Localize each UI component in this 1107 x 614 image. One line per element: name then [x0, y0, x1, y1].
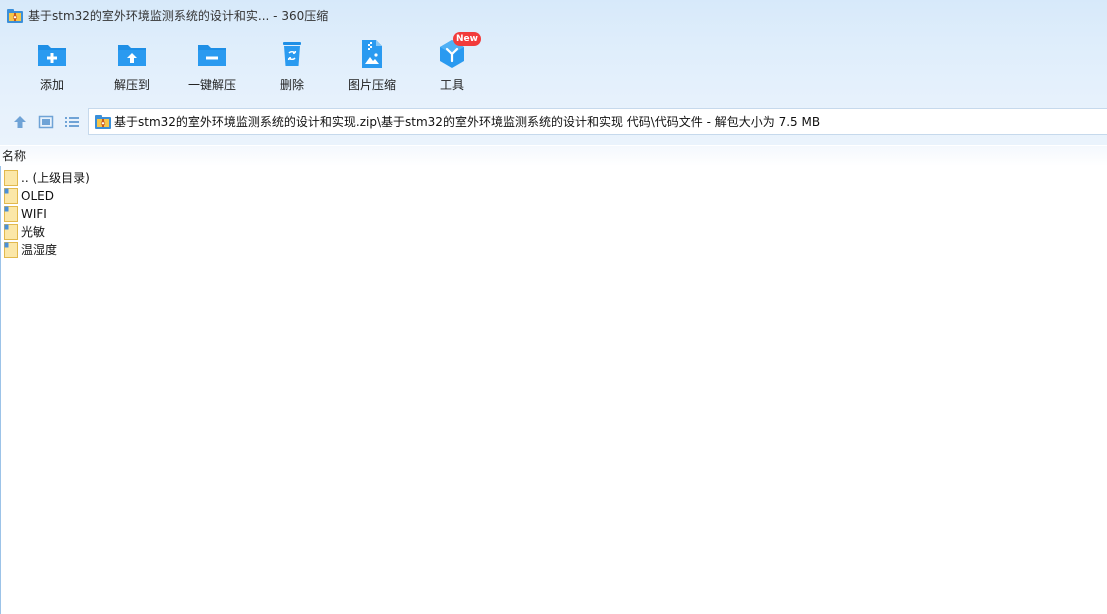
- extract-to-button[interactable]: 解压到: [92, 36, 172, 98]
- folder-icon: [4, 206, 18, 222]
- window-title: 基于stm32的室外环境监测系统的设计和实... - 360压缩: [28, 9, 329, 23]
- list-item-name: OLED: [21, 189, 54, 203]
- extract-to-button-label: 解压到: [113, 78, 150, 92]
- image-compress-button-label: 图片压缩: [347, 78, 396, 92]
- folder-add-icon: [38, 45, 66, 66]
- app-window: 基于stm32的室外环境监测系统的设计和实... - 360压缩 添加 解压到: [0, 0, 1107, 614]
- tools-button[interactable]: 工具: [412, 36, 492, 98]
- list-header: 名称: [0, 146, 1107, 166]
- list-item[interactable]: 光敏: [0, 223, 400, 241]
- delete-button-label: 删除: [279, 78, 304, 92]
- column-header-name[interactable]: 名称: [2, 148, 26, 164]
- list-item-parent-directory[interactable]: .. (上级目录): [0, 169, 400, 187]
- folder-icon: [4, 224, 18, 240]
- new-badge: New: [453, 32, 481, 46]
- trash-icon: [283, 42, 301, 66]
- navigation-bar: 基于stm32的室外环境监测系统的设计和实现.zip\基于stm32的室外环境监…: [0, 108, 1107, 136]
- list-item-name: .. (上级目录): [21, 171, 90, 185]
- zip-archive-icon: [95, 115, 111, 129]
- list-item[interactable]: 温湿度: [0, 241, 400, 259]
- list-item[interactable]: WIFI: [0, 205, 400, 223]
- add-button-label: 添加: [39, 78, 64, 92]
- delete-button[interactable]: 删除: [252, 36, 332, 98]
- title-bar: 基于stm32的室外环境监测系统的设计和实... - 360压缩: [0, 0, 1107, 32]
- list-view-icon[interactable]: [64, 114, 80, 130]
- path-address-bar[interactable]: 基于stm32的室外环境监测系统的设计和实现.zip\基于stm32的室外环境监…: [88, 108, 1107, 135]
- image-compress-button[interactable]: 图片压缩: [332, 36, 412, 98]
- one-click-extract-button[interactable]: 一键解压: [172, 36, 252, 98]
- add-button[interactable]: 添加: [12, 36, 92, 98]
- folder-extract-icon: [118, 45, 146, 66]
- folder-icon: [4, 242, 18, 258]
- tools-button-label: 工具: [439, 78, 464, 92]
- up-arrow-icon[interactable]: [12, 114, 28, 130]
- archive-app-icon: [7, 9, 23, 23]
- folder-icon: [4, 188, 18, 204]
- folder-minus-icon: [198, 45, 226, 66]
- path-text: 基于stm32的室外环境监测系统的设计和实现.zip\基于stm32的室外环境监…: [114, 115, 821, 129]
- main-toolbar: 添加 解压到 一键解压 删除 图片压缩 工具: [12, 36, 512, 100]
- list-item-name: WIFI: [21, 207, 47, 221]
- list-item-name: 温湿度: [21, 243, 58, 257]
- list-item-name: 光敏: [21, 225, 46, 239]
- one-click-extract-button-label: 一键解压: [187, 78, 236, 92]
- folder-icon: [4, 170, 18, 186]
- thumbnail-view-icon[interactable]: [38, 114, 54, 130]
- image-compress-icon: [362, 40, 382, 68]
- list-item[interactable]: OLED: [0, 187, 400, 205]
